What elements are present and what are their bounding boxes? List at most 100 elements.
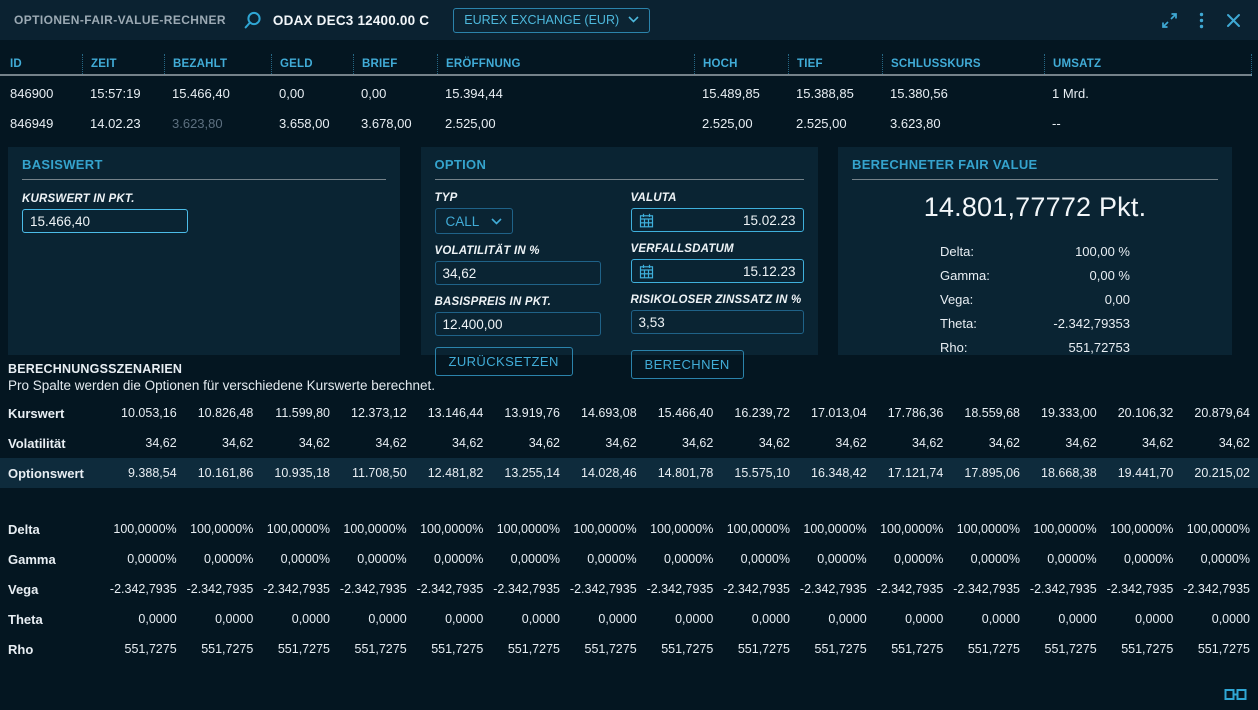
scenario-value: 16.348,42 xyxy=(790,466,867,480)
kurswert-input[interactable] xyxy=(22,209,188,233)
scenario-value: 100,0000% xyxy=(483,522,560,536)
scenario-value: 15.466,40 xyxy=(637,406,714,420)
column-header-schlusskurs[interactable]: SCHLUSSKURS xyxy=(882,54,1044,74)
scenario-value: 100,0000% xyxy=(713,522,790,536)
scenario-value: 100,0000% xyxy=(637,522,714,536)
column-header-geld[interactable]: GELD xyxy=(271,54,353,74)
valuta-input[interactable]: 15.02.23 xyxy=(631,208,804,232)
scenario-value: 0,0000 xyxy=(1020,612,1097,626)
greek-row: Vega:0,00 xyxy=(940,287,1130,311)
scenario-value: 100,0000% xyxy=(253,522,330,536)
column-header-id[interactable]: ID xyxy=(10,58,82,70)
search-icon[interactable] xyxy=(242,10,263,31)
scenario-value: -2.342,7935 xyxy=(1097,582,1174,596)
scenario-row-delta: Delta100,0000%100,0000%100,0000%100,0000… xyxy=(0,514,1258,544)
calendar-icon xyxy=(639,264,654,279)
scenario-value: 10.053,16 xyxy=(100,406,177,420)
column-header-umsatz[interactable]: UMSATZ xyxy=(1044,54,1252,74)
verfallsdatum-input[interactable]: 15.12.23 xyxy=(631,259,804,283)
quote-cell: 3.623,80 xyxy=(164,116,271,131)
scenario-value: 100,0000% xyxy=(1020,522,1097,536)
quote-row[interactable]: 84690015:57:1915.466,400,000,0015.394,44… xyxy=(0,78,1258,108)
scenario-value: 34,62 xyxy=(483,436,560,450)
scenario-value: 551,7275 xyxy=(560,642,637,656)
scenario-value: 14.801,78 xyxy=(637,466,714,480)
quotes-table: ID ZEIT BEZAHLT GELD BRIEF ERÖFFNUNG HOC… xyxy=(0,54,1258,138)
fair-value-panel: BERECHNETER FAIR VALUE 14.801,77772 Pkt.… xyxy=(838,147,1232,355)
scenario-value: -2.342,7935 xyxy=(713,582,790,596)
column-header-hoch[interactable]: HOCH xyxy=(694,54,788,74)
quote-row[interactable]: 84694914.02.233.623,803.658,003.678,002.… xyxy=(0,108,1258,138)
volatilitaet-input[interactable] xyxy=(435,261,601,285)
scenario-row-label: Optionswert xyxy=(8,466,100,481)
typ-select[interactable]: CALL xyxy=(435,208,514,234)
scenario-value: 12.481,82 xyxy=(407,466,484,480)
greek-label: Vega: xyxy=(940,292,973,307)
table-edge-separator xyxy=(1251,54,1252,76)
scenario-value: 0,0000% xyxy=(1020,552,1097,566)
scenario-value: 20.215,02 xyxy=(1173,466,1250,480)
exchange-dropdown[interactable]: EUREX EXCHANGE (EUR) xyxy=(453,8,650,33)
greek-value: 551,72753 xyxy=(1069,340,1130,355)
kebab-menu-icon[interactable] xyxy=(1190,9,1212,31)
quote-cell: 14.02.23 xyxy=(82,116,164,131)
scenario-value: 551,7275 xyxy=(177,642,254,656)
greeks-list: Delta:100,00 %Gamma:0,00 %Vega:0,00Theta… xyxy=(940,239,1130,359)
column-header-eroeffnung[interactable]: ERÖFFNUNG xyxy=(437,54,694,74)
scenario-row-vega: Vega-2.342,7935-2.342,7935-2.342,7935-2.… xyxy=(0,574,1258,604)
exchange-dropdown-label: EUREX EXCHANGE (EUR) xyxy=(464,13,619,27)
scenario-value: 0,0000 xyxy=(1097,612,1174,626)
quotes-rows: 84690015:57:1915.466,400,000,0015.394,44… xyxy=(0,78,1258,138)
scenario-value: 17.121,74 xyxy=(867,466,944,480)
scenario-value: 0,0000 xyxy=(1173,612,1250,626)
scenario-value: 0,0000% xyxy=(100,552,177,566)
scenario-value: 13.255,14 xyxy=(483,466,560,480)
calculator-panels: BASISWERT KURSWERT IN PKT. OPTION TYP CA… xyxy=(8,147,1232,355)
scenario-value: 0,0000% xyxy=(560,552,637,566)
greek-row: Delta:100,00 % xyxy=(940,239,1130,263)
scenario-value: -2.342,7935 xyxy=(100,582,177,596)
scenario-value: -2.342,7935 xyxy=(637,582,714,596)
scenario-value: 11.599,80 xyxy=(253,406,330,420)
scenario-value: 34,62 xyxy=(790,436,867,450)
scenario-value: 100,0000% xyxy=(560,522,637,536)
link-windows-icon[interactable] xyxy=(1224,688,1247,701)
scenario-row-gamma: Gamma0,0000%0,0000%0,0000%0,0000%0,0000%… xyxy=(0,544,1258,574)
basispreis-input[interactable] xyxy=(435,312,601,336)
zinssatz-input[interactable] xyxy=(631,310,804,334)
scenario-value: 11.708,50 xyxy=(330,466,407,480)
scenario-value: 0,0000% xyxy=(1173,552,1250,566)
scenario-value: 0,0000 xyxy=(943,612,1020,626)
scenario-value: 551,7275 xyxy=(1097,642,1174,656)
window-titlebar: OPTIONEN-FAIR-VALUE-RECHNER ODAX DEC3 12… xyxy=(0,0,1258,40)
scenario-value: 17.013,04 xyxy=(790,406,867,420)
expand-icon[interactable] xyxy=(1158,9,1180,31)
option-panel-title: OPTION xyxy=(435,157,804,180)
quote-cell: 15.388,85 xyxy=(788,86,882,101)
column-header-brief[interactable]: BRIEF xyxy=(353,54,437,74)
contract-field[interactable]: ODAX DEC3 12400.00 C xyxy=(273,13,429,28)
scenario-value: 0,0000 xyxy=(483,612,560,626)
greek-value: -2.342,79353 xyxy=(1053,316,1130,331)
scenario-value: -2.342,7935 xyxy=(177,582,254,596)
scenario-value: 0,0000 xyxy=(637,612,714,626)
basiswert-panel: BASISWERT KURSWERT IN PKT. xyxy=(8,147,400,355)
scenario-value: 100,0000% xyxy=(943,522,1020,536)
column-header-zeit[interactable]: ZEIT xyxy=(82,54,164,74)
scenario-value: 10.826,48 xyxy=(177,406,254,420)
scenarios-table: Kurswert10.053,1610.826,4811.599,8012.37… xyxy=(0,398,1258,664)
scenario-value: 0,0000 xyxy=(560,612,637,626)
column-header-bezahlt[interactable]: BEZAHLT xyxy=(164,54,271,74)
greek-label: Rho: xyxy=(940,340,967,355)
scenario-value: 100,0000% xyxy=(100,522,177,536)
quote-cell: 0,00 xyxy=(353,86,437,101)
scenario-value: 0,0000% xyxy=(867,552,944,566)
scenario-row-optionswert: Optionswert9.388,5410.161,8610.935,1811.… xyxy=(0,458,1258,488)
quote-cell: 846900 xyxy=(10,86,82,101)
greek-value: 100,00 % xyxy=(1075,244,1130,259)
scenario-value: 18.668,38 xyxy=(1020,466,1097,480)
greek-value: 0,00 % xyxy=(1090,268,1130,283)
quote-cell: 15.394,44 xyxy=(437,86,694,101)
close-icon[interactable] xyxy=(1222,9,1244,31)
column-header-tief[interactable]: TIEF xyxy=(788,54,882,74)
